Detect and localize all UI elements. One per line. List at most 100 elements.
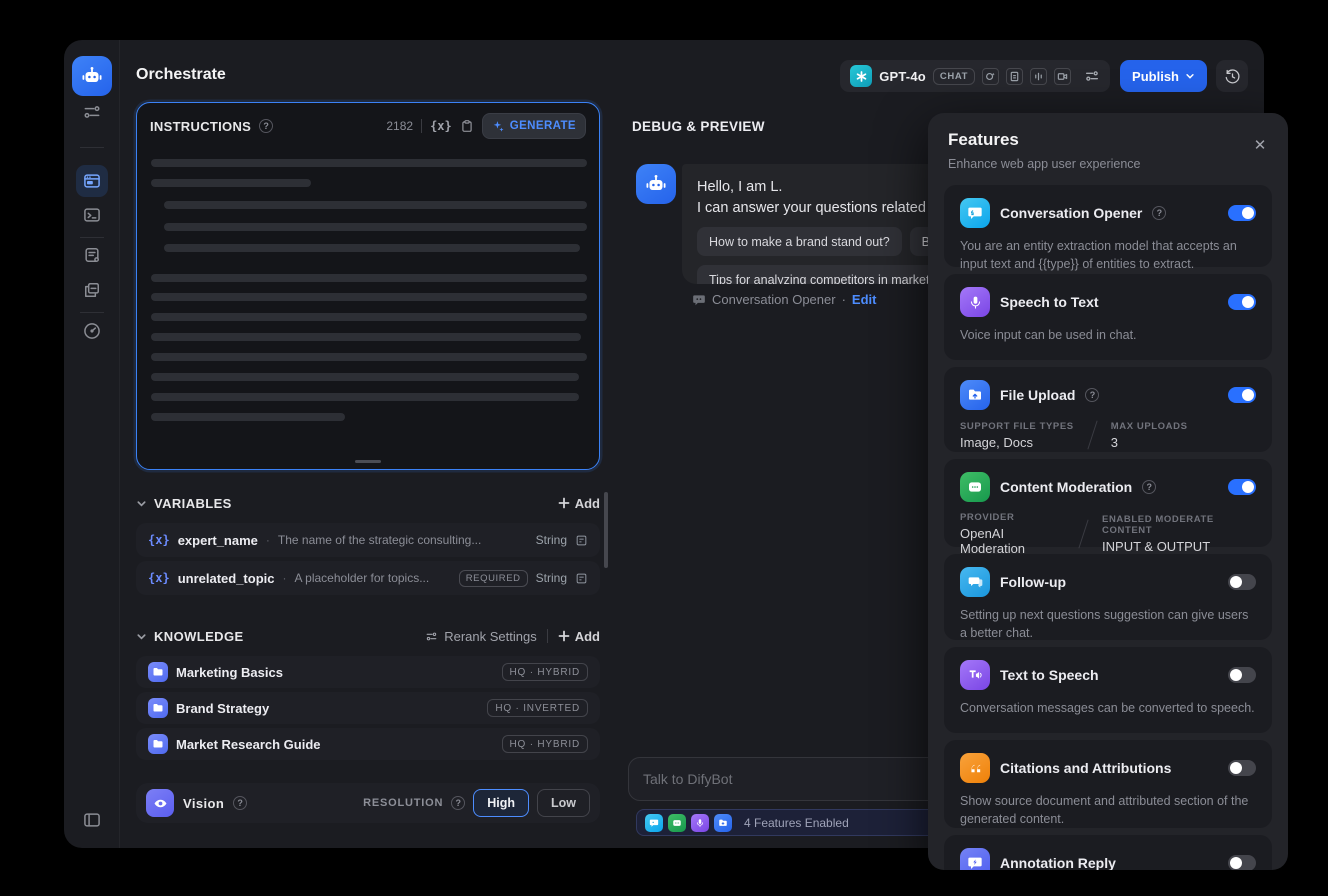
knowledge-badge: HQ · INVERTED bbox=[487, 699, 588, 717]
features-panel-title: Features bbox=[948, 130, 1019, 149]
chevron-down-icon[interactable] bbox=[136, 631, 147, 642]
feature-card-speech-to-text: Speech to Text Voice input can be used i… bbox=[944, 274, 1272, 360]
variable-type: String bbox=[535, 571, 567, 585]
sidebar-item-annotation-icon[interactable] bbox=[80, 278, 104, 302]
feature-card-conversation-opener: Conversation Opener ? You are an entity … bbox=[944, 185, 1272, 271]
history-button[interactable] bbox=[1216, 60, 1248, 92]
text-speaker-icon bbox=[960, 660, 990, 690]
chevron-down-icon[interactable] bbox=[136, 498, 147, 509]
model-selector[interactable]: GPT-4o CHAT bbox=[840, 60, 1110, 92]
variable-row[interactable]: {x} unrelated_topic · A placeholder for … bbox=[136, 561, 600, 595]
vision-eye-icon bbox=[146, 789, 174, 817]
model-params-icon[interactable] bbox=[1084, 68, 1100, 84]
knowledge-row[interactable]: Marketing Basics HQ · HYBRID bbox=[136, 656, 600, 688]
feature-name: Conversation Opener bbox=[1000, 205, 1143, 221]
feature-card-follow-up: Follow-up Setting up next questions sugg… bbox=[944, 554, 1272, 640]
feature-toggle[interactable] bbox=[1228, 760, 1256, 776]
feature-name: File Upload bbox=[1000, 387, 1076, 403]
debug-preview-title: DEBUG & PREVIEW bbox=[632, 119, 765, 134]
knowledge-row[interactable]: Brand Strategy HQ · INVERTED bbox=[136, 692, 600, 724]
feature-toggle[interactable] bbox=[1228, 667, 1256, 683]
feature-toggle[interactable] bbox=[1228, 387, 1256, 403]
edit-opener-link[interactable]: Edit bbox=[852, 292, 877, 307]
feature-name: Annotation Reply bbox=[1000, 855, 1116, 870]
help-icon[interactable]: ? bbox=[1152, 206, 1167, 220]
edit-field-icon[interactable] bbox=[575, 572, 588, 585]
knowledge-name: Brand Strategy bbox=[176, 700, 270, 716]
sidebar-item-orchestrate[interactable] bbox=[76, 165, 108, 197]
moderation-face-icon bbox=[960, 472, 990, 502]
bot-avatar bbox=[636, 164, 676, 204]
knowledge-name: Marketing Basics bbox=[176, 664, 283, 680]
sidebar-item-terminal-icon[interactable] bbox=[80, 203, 104, 227]
variable-row[interactable]: {x} expert_name · The name of the strate… bbox=[136, 523, 600, 557]
publish-button[interactable]: Publish bbox=[1120, 60, 1207, 92]
add-label: Add bbox=[574, 495, 600, 511]
resize-handle[interactable] bbox=[355, 460, 381, 463]
resolution-low-button[interactable]: Low bbox=[537, 789, 590, 817]
generate-button[interactable]: GENERATE bbox=[481, 113, 586, 139]
suggested-question-chip[interactable]: How to make a brand stand out? bbox=[697, 227, 902, 257]
suggested-question-chip[interactable]: Tips for analyzing competitors in market bbox=[697, 265, 942, 284]
dot-separator: · bbox=[841, 292, 846, 307]
sidebar-item-monitoring-icon[interactable] bbox=[80, 319, 104, 343]
meta-value: INPUT & OUTPUT bbox=[1102, 539, 1211, 554]
knowledge-badge: HQ · HYBRID bbox=[501, 735, 588, 753]
knowledge-title: KNOWLEDGE bbox=[154, 628, 244, 644]
history-icon bbox=[1225, 68, 1240, 83]
feature-name: Text to Speech bbox=[1000, 667, 1099, 683]
speech-to-text-mini-icon bbox=[691, 813, 709, 832]
sidebar-divider bbox=[80, 147, 104, 148]
plus-icon bbox=[558, 630, 570, 642]
preferences-sliders-icon[interactable] bbox=[80, 100, 104, 124]
help-icon[interactable]: ? bbox=[1142, 480, 1157, 494]
vision-capability-icon bbox=[982, 67, 999, 85]
feature-toggle[interactable] bbox=[1228, 855, 1256, 870]
insert-variable-icon[interactable]: {x} bbox=[430, 119, 452, 133]
help-icon[interactable]: ? bbox=[259, 119, 274, 133]
meta-label: MAX UPLOADS bbox=[1110, 420, 1188, 432]
add-knowledge-button[interactable]: Add bbox=[558, 629, 600, 644]
meta-value: Image, Docs bbox=[960, 434, 1033, 450]
resolution-high-button[interactable]: High bbox=[473, 789, 529, 817]
copy-clipboard-icon[interactable] bbox=[460, 119, 474, 133]
sparkle-icon bbox=[493, 120, 504, 132]
sidebar-divider bbox=[80, 312, 104, 313]
sidebar-item-logs-icon[interactable] bbox=[80, 243, 104, 267]
feature-toggle[interactable] bbox=[1228, 479, 1256, 495]
close-icon[interactable]: ✕ bbox=[1248, 133, 1272, 157]
slash-divider bbox=[1078, 519, 1089, 549]
knowledge-folder-icon bbox=[148, 734, 168, 754]
meta-label: SUPPORT FILE TYPES bbox=[960, 420, 1074, 432]
file-upload-mini-icon bbox=[714, 813, 732, 832]
feature-toggle[interactable] bbox=[1228, 205, 1256, 221]
collapse-sidebar-icon[interactable] bbox=[80, 808, 104, 832]
help-icon[interactable]: ? bbox=[1085, 388, 1100, 402]
feature-toggle[interactable] bbox=[1228, 294, 1256, 310]
feature-description: Voice input can be used in chat. bbox=[960, 328, 1137, 342]
audio-capability-icon bbox=[1030, 67, 1047, 85]
rerank-settings-button[interactable]: Rerank Settings bbox=[425, 629, 537, 644]
double-chat-bubble-icon bbox=[960, 567, 990, 597]
feature-card-annotation-reply: Annotation Reply You can manually add hi… bbox=[944, 835, 1272, 870]
sidebar-divider bbox=[80, 237, 104, 238]
instructions-panel[interactable]: INSTRUCTIONS ? 2182 {x} GENERATE bbox=[136, 102, 600, 470]
edit-field-icon[interactable] bbox=[575, 534, 588, 547]
feature-name: Follow-up bbox=[1000, 574, 1067, 590]
help-icon[interactable]: ? bbox=[233, 796, 248, 810]
feature-toggle[interactable] bbox=[1228, 574, 1256, 590]
knowledge-folder-icon bbox=[148, 698, 168, 718]
chat-bubble-quote-icon bbox=[960, 198, 990, 228]
feature-card-content-moderation: Content Moderation ? PROVIDER OpenAI Mod… bbox=[944, 459, 1272, 556]
knowledge-badge: HQ · HYBRID bbox=[501, 663, 588, 681]
rerank-label: Rerank Settings bbox=[444, 628, 537, 644]
knowledge-row[interactable]: Market Research Guide HQ · HYBRID bbox=[136, 728, 600, 760]
sidebar bbox=[64, 40, 120, 848]
feature-description: Conversation messages can be converted t… bbox=[960, 701, 1255, 715]
variables-title: VARIABLES bbox=[154, 495, 232, 511]
app-logo-robot-icon[interactable] bbox=[72, 56, 112, 96]
add-variable-button[interactable]: Add bbox=[558, 496, 600, 511]
scrollbar-thumb[interactable] bbox=[604, 492, 608, 568]
feature-description: You are an entity extraction model that … bbox=[960, 239, 1237, 272]
help-icon[interactable]: ? bbox=[451, 796, 466, 810]
